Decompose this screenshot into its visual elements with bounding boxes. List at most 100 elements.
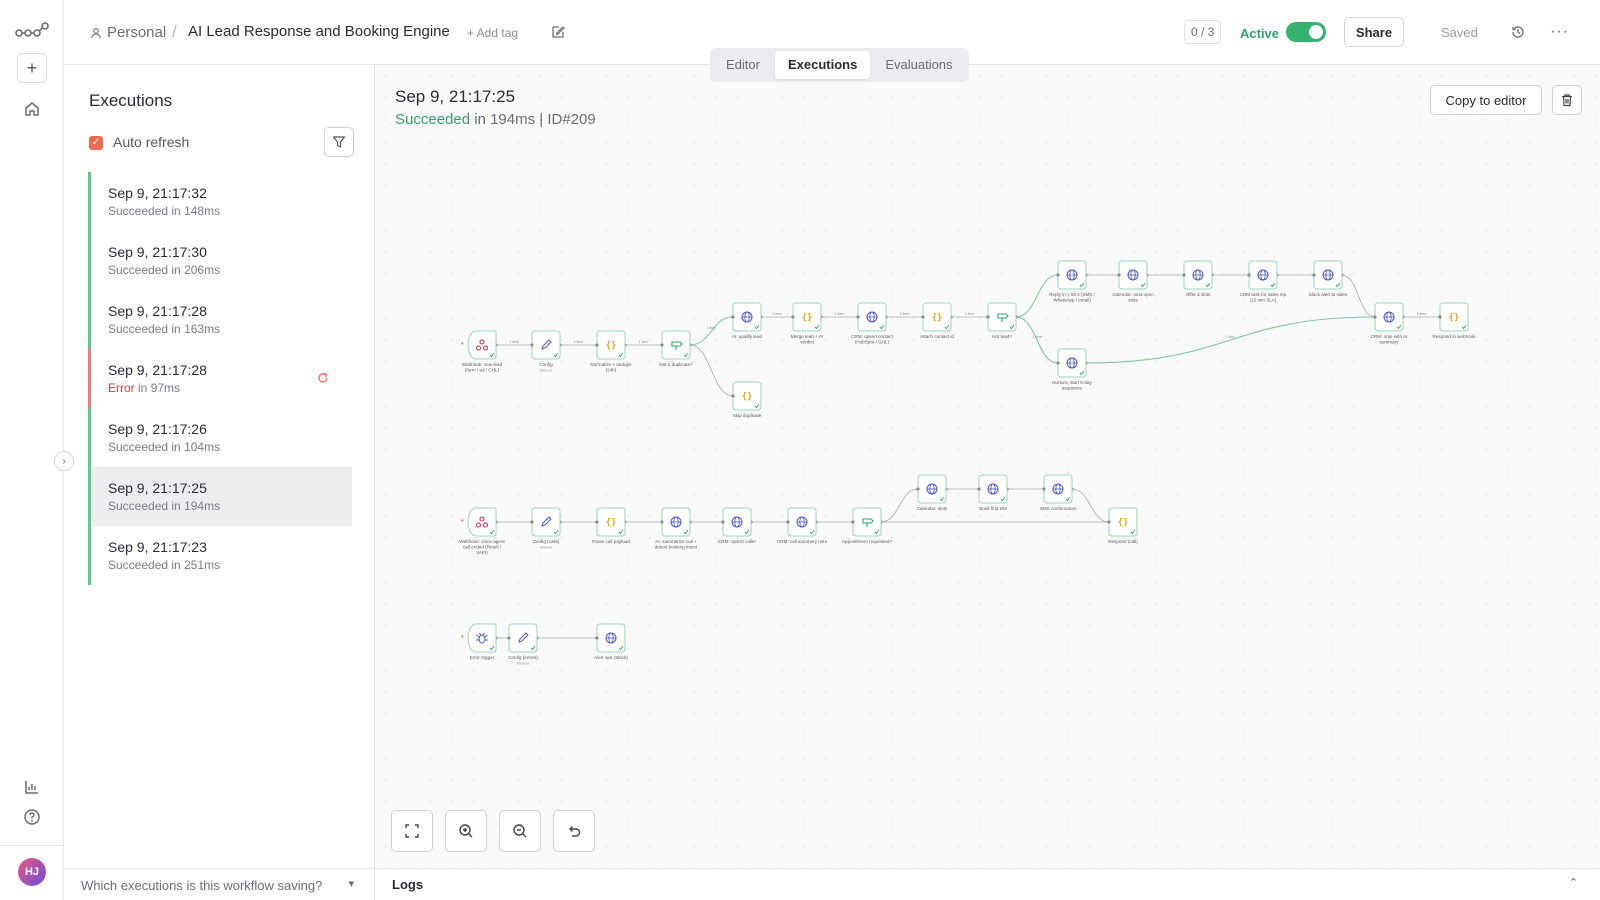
- tab-executions[interactable]: Executions: [774, 51, 871, 79]
- n8n-logo-icon[interactable]: [15, 20, 49, 40]
- input-handle[interactable]: [595, 343, 599, 347]
- logs-panel-bar[interactable]: Logs ⌃: [375, 868, 1600, 900]
- workflow-node[interactable]: AI: summarize call +detect booking inten…: [655, 507, 698, 549]
- retry-icon[interactable]: [316, 371, 330, 385]
- input-handle[interactable]: [1042, 487, 1046, 491]
- workflow-node[interactable]: Book first slot: [977, 474, 1008, 511]
- workflow-node[interactable]: Slack alert to sales: [1309, 260, 1348, 297]
- workflow-node[interactable]: CRM: call summary note: [777, 507, 828, 544]
- workflow-node[interactable]: Error trigger: [467, 623, 497, 660]
- input-handle[interactable]: [1056, 361, 1060, 365]
- chevron-up-icon[interactable]: ⌃: [1569, 876, 1578, 889]
- help-icon[interactable]: [22, 807, 42, 827]
- input-handle[interactable]: [791, 315, 795, 319]
- input-handle[interactable]: [731, 315, 735, 319]
- add-tag-button[interactable]: + Add tag: [467, 26, 518, 40]
- input-handle[interactable]: [507, 636, 511, 640]
- user-avatar[interactable]: HJ: [18, 858, 46, 886]
- executions-saving-dropdown[interactable]: Which executions is this workflow saving…: [64, 868, 375, 900]
- execution-item[interactable]: Sep 9, 21:17:26 Succeeded in 104ms: [88, 408, 352, 467]
- expand-rail-button[interactable]: ›: [54, 451, 74, 471]
- zoom-out-button[interactable]: [499, 810, 541, 852]
- workflow-node[interactable]: Calendar: next openslots: [1112, 260, 1154, 302]
- input-handle[interactable]: [1312, 273, 1316, 277]
- input-handle[interactable]: [721, 520, 725, 524]
- share-button[interactable]: Share: [1344, 17, 1404, 47]
- execution-item[interactable]: Sep 9, 21:17:30 Succeeded in 206ms: [88, 231, 352, 290]
- workflow-node[interactable]: Webhook: new lead(form / ad / CHL): [462, 330, 503, 372]
- zoom-in-button[interactable]: [445, 810, 487, 852]
- workflow-name[interactable]: AI Lead Response and Booking Engine: [188, 23, 450, 40]
- input-handle[interactable]: [530, 343, 534, 347]
- workflow-node[interactable]: {} Parse call payload: [592, 507, 630, 544]
- workflow-node[interactable]: Appointment requested?: [842, 507, 893, 544]
- breadcrumb-workspace[interactable]: Personal: [90, 24, 166, 41]
- input-handle[interactable]: [595, 636, 599, 640]
- input-handle[interactable]: [1117, 273, 1121, 277]
- filter-button[interactable]: [324, 127, 354, 157]
- input-handle[interactable]: [921, 315, 925, 319]
- workflow-node[interactable]: CRM task for sales rep(15 min SLA): [1240, 260, 1287, 302]
- workflow-node[interactable]: AI: qualify lead: [731, 302, 763, 339]
- workflow-node[interactable]: {} Normalize + dedupe(24h): [590, 330, 632, 372]
- copy-to-editor-button[interactable]: Copy to editor: [1430, 85, 1542, 115]
- input-handle[interactable]: [786, 520, 790, 524]
- workflow-node[interactable]: Not a duplicate?: [659, 330, 693, 367]
- execution-item[interactable]: Sep 9, 21:17:28 Succeeded in 163ms: [88, 290, 352, 349]
- input-handle[interactable]: [977, 487, 981, 491]
- input-handle[interactable]: [1107, 520, 1111, 524]
- workflow-graph[interactable]: 1 item 1 item 1 item 1 item 1 item 1 item 1 it…: [375, 65, 1600, 868]
- execution-item[interactable]: Sep 9, 21:17:23 Succeeded in 251ms: [88, 526, 352, 585]
- reset-zoom-button[interactable]: [553, 810, 595, 852]
- auto-refresh-label[interactable]: Auto refresh: [113, 134, 189, 150]
- input-handle[interactable]: [986, 315, 990, 319]
- input-handle[interactable]: [530, 520, 534, 524]
- input-handle[interactable]: [916, 487, 920, 491]
- workflow-node[interactable]: {} Respond (call): [1107, 507, 1138, 544]
- input-handle[interactable]: [1373, 315, 1377, 319]
- input-handle[interactable]: [660, 520, 664, 524]
- more-options-icon[interactable]: ···: [1550, 23, 1569, 41]
- home-icon[interactable]: [22, 99, 42, 119]
- execution-item-selected[interactable]: Sep 9, 21:17:25 Succeeded in 194ms: [88, 467, 352, 526]
- tab-editor[interactable]: Editor: [713, 51, 773, 79]
- workflow-node[interactable]: CRM: note with AIsummary: [1371, 302, 1408, 344]
- fit-view-button[interactable]: [391, 810, 433, 852]
- active-toggle[interactable]: [1286, 22, 1326, 42]
- tab-evaluations[interactable]: Evaluations: [872, 51, 965, 79]
- input-handle[interactable]: [1182, 273, 1186, 277]
- execution-item-error[interactable]: Sep 9, 21:17:28 Error in 97ms: [88, 349, 352, 408]
- input-handle[interactable]: [1056, 273, 1060, 277]
- workflow-node[interactable]: Hot lead?: [986, 302, 1017, 339]
- input-handle[interactable]: [851, 520, 855, 524]
- auto-refresh-checkbox[interactable]: ✓: [89, 136, 103, 150]
- workflow-node[interactable]: Alert ops (Slack): [594, 623, 628, 660]
- workflow-node[interactable]: SMS confirmation: [1040, 474, 1077, 511]
- history-icon[interactable]: [1510, 24, 1526, 40]
- add-workflow-button[interactable]: +: [17, 53, 47, 83]
- input-handle[interactable]: [731, 394, 735, 398]
- workflow-canvas[interactable]: 1 item 1 item 1 item 1 item 1 item 1 item 1 it…: [375, 65, 1600, 868]
- execution-item[interactable]: Sep 9, 21:17:32 Succeeded in 148ms: [88, 172, 352, 231]
- workflow-node[interactable]: Webhook: voice agentcall ended (Retell /…: [459, 507, 505, 555]
- insights-icon[interactable]: [22, 777, 42, 797]
- workflow-node[interactable]: Offer 3 slots: [1182, 260, 1213, 297]
- edit-description-icon[interactable]: [550, 24, 566, 40]
- workflow-node[interactable]: Reply in < 60 s (SMS /WhatsApp / email): [1049, 260, 1096, 302]
- input-handle[interactable]: [595, 520, 599, 524]
- workflow-node[interactable]: {} Merge lead + AIverdict: [791, 302, 823, 344]
- input-handle[interactable]: [660, 343, 664, 347]
- workflow-node[interactable]: CRM: upsert caller: [718, 507, 757, 544]
- workflow-node[interactable]: Calendar: slots: [916, 474, 948, 511]
- workflow-node[interactable]: {} Attach contact id: [920, 302, 954, 339]
- input-handle[interactable]: [856, 315, 860, 319]
- workflow-node[interactable]: Config (errors)Manual: [507, 623, 538, 665]
- input-handle[interactable]: [1438, 315, 1442, 319]
- workflow-node[interactable]: {} Respond to webhook: [1432, 302, 1476, 339]
- input-handle[interactable]: [1247, 273, 1251, 277]
- workflow-node[interactable]: Nurture: start 5-daysequence: [1052, 348, 1092, 390]
- workflow-node[interactable]: ConfigManual: [530, 330, 561, 372]
- delete-execution-button[interactable]: [1552, 85, 1582, 115]
- workflow-node[interactable]: Config (calls)Manual: [530, 507, 561, 549]
- workflow-node[interactable]: CRM: upsert contact(HubSpot / GHL): [851, 302, 894, 344]
